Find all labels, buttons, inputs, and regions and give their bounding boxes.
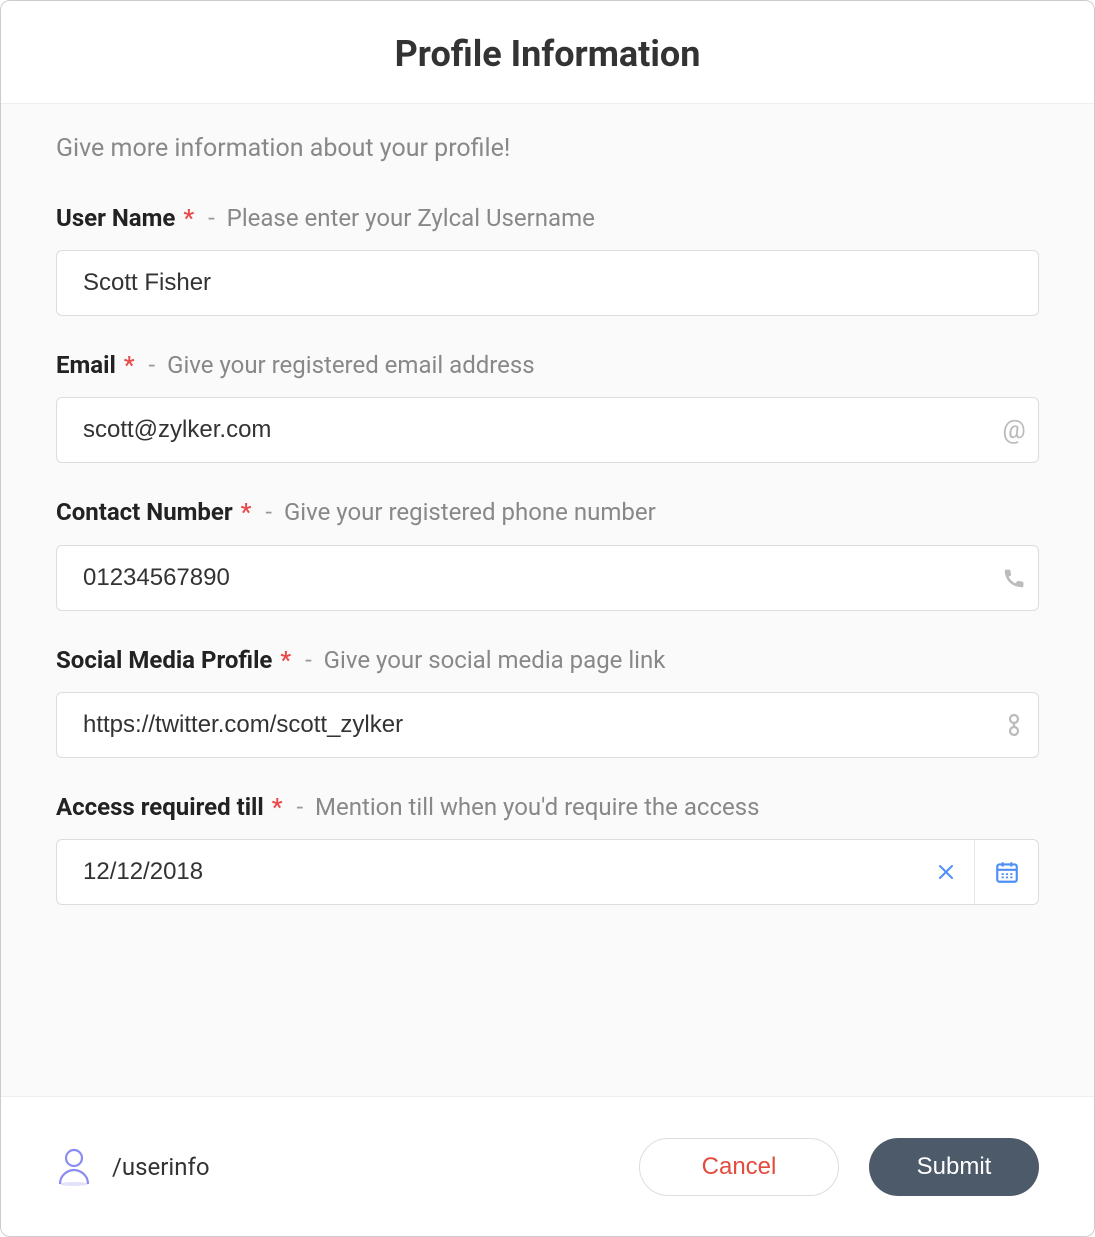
footer-left: /userinfo (56, 1146, 210, 1188)
dialog-body: Give more information about your profile… (1, 104, 1094, 1096)
social-input-wrap (56, 692, 1039, 758)
field-label-row: Access required till * - Mention till wh… (56, 792, 1039, 823)
submit-button[interactable]: Submit (869, 1138, 1039, 1196)
email-input[interactable] (57, 398, 990, 462)
required-marker: * (280, 646, 291, 674)
email-input-wrap: @ (56, 397, 1039, 463)
access-input-wrap (56, 839, 1039, 905)
user-icon (56, 1146, 92, 1188)
field-label-row: Email * - Give your registered email add… (56, 350, 1039, 381)
field-access: Access required till * - Mention till wh… (56, 792, 1039, 905)
username-input[interactable] (57, 251, 1038, 315)
social-input[interactable] (57, 693, 990, 757)
required-marker: * (183, 204, 194, 232)
calendar-button[interactable] (974, 840, 1038, 904)
social-label: Social Media Profile (56, 646, 272, 674)
profile-info-dialog: Profile Information Give more informatio… (0, 0, 1095, 1237)
required-marker: * (124, 351, 135, 379)
contact-input[interactable] (57, 546, 990, 610)
required-marker: * (272, 793, 283, 821)
dialog-header: Profile Information (1, 1, 1094, 104)
email-label: Email (56, 351, 116, 379)
field-label-row: Social Media Profile * - Give your socia… (56, 645, 1039, 676)
field-email: Email * - Give your registered email add… (56, 350, 1039, 463)
dash: - (208, 204, 215, 232)
contact-label: Contact Number (56, 498, 233, 526)
field-contact: Contact Number * - Give your registered … (56, 497, 1039, 610)
social-hint: Give your social media page link (324, 646, 666, 674)
required-marker: * (241, 498, 252, 526)
username-hint: Please enter your Zylcal Username (227, 204, 595, 232)
link-icon (990, 713, 1038, 737)
access-label: Access required till (56, 793, 264, 821)
cancel-button[interactable]: Cancel (639, 1138, 839, 1196)
contact-hint: Give your registered phone number (284, 498, 656, 526)
field-label-row: User Name * - Please enter your Zylcal U… (56, 203, 1039, 234)
dialog-title: Profile Information (1, 33, 1094, 75)
at-icon: @ (990, 415, 1038, 445)
field-username: User Name * - Please enter your Zylcal U… (56, 203, 1039, 316)
intro-text: Give more information about your profile… (56, 134, 1039, 163)
contact-input-wrap (56, 545, 1039, 611)
dash: - (305, 646, 312, 674)
username-label: User Name (56, 204, 175, 232)
dialog-footer: /userinfo Cancel Submit (1, 1096, 1094, 1236)
access-hint: Mention till when you'd require the acce… (315, 793, 759, 821)
email-hint: Give your registered email address (167, 351, 535, 379)
dash: - (296, 793, 303, 821)
phone-icon (990, 566, 1038, 590)
access-date-input[interactable] (57, 840, 918, 904)
dash: - (149, 351, 156, 379)
username-input-wrap (56, 250, 1039, 316)
command-text: /userinfo (112, 1153, 210, 1181)
field-label-row: Contact Number * - Give your registered … (56, 497, 1039, 528)
field-social: Social Media Profile * - Give your socia… (56, 645, 1039, 758)
clear-date-button[interactable] (918, 840, 974, 904)
dash: - (265, 498, 272, 526)
